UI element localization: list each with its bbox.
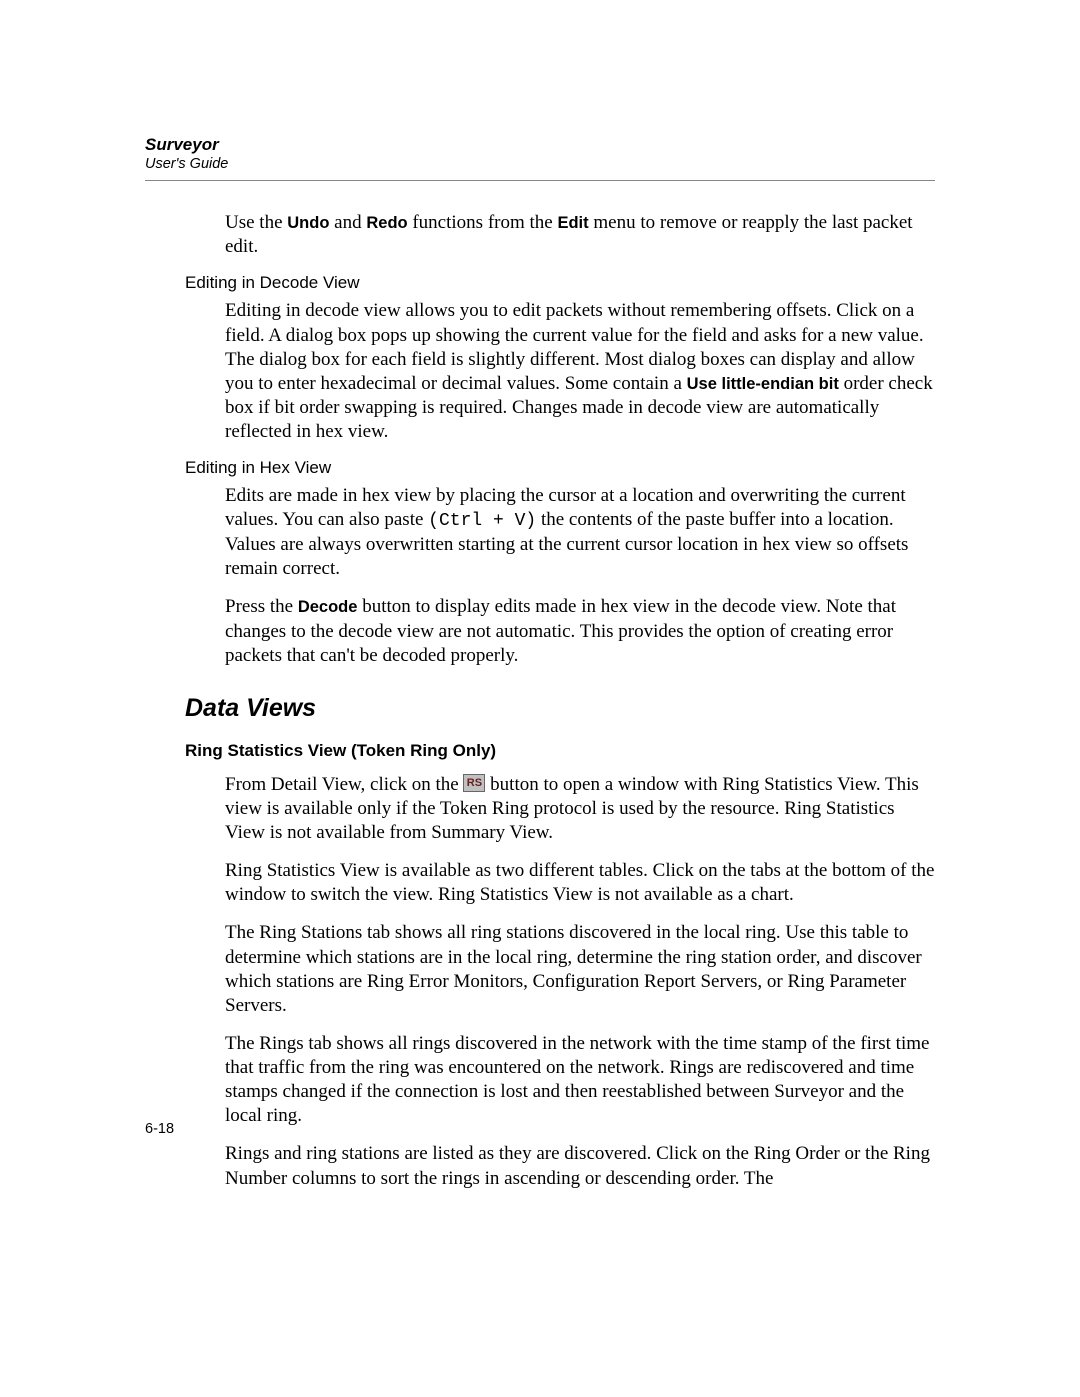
text-fragment: and (329, 212, 366, 233)
header-divider (145, 180, 935, 181)
ring-stats-paragraph-1: From Detail View, click on the RS button… (225, 773, 935, 845)
page-content: Use the Undo and Redo functions from the… (145, 211, 935, 1190)
hex-view-paragraph-2: Press the Decode button to display edits… (225, 595, 935, 667)
ring-stats-icon: RS (463, 774, 485, 792)
page-header: Surveyor User's Guide (145, 135, 935, 174)
text-fragment: From Detail View, click on the (225, 774, 463, 795)
ring-stats-paragraph-3: The Ring Stations tab shows all ring sta… (225, 921, 935, 1018)
text-fragment: functions from the (408, 212, 558, 233)
page-number: 6-18 (145, 1121, 174, 1137)
text-fragment: Press the (225, 596, 298, 617)
redo-label: Redo (366, 214, 407, 232)
document-title: Surveyor (145, 135, 935, 155)
ctrl-v-shortcut: (Ctrl + V) (428, 511, 536, 531)
intro-paragraph: Use the Undo and Redo functions from the… (225, 211, 935, 259)
decode-view-paragraph: Editing in decode view allows you to edi… (225, 299, 935, 444)
ring-stats-paragraph-2: Ring Statistics View is available as two… (225, 859, 935, 907)
ring-stats-heading: Ring Statistics View (Token Ring Only) (185, 741, 935, 761)
data-views-heading: Data Views (185, 694, 935, 723)
document-subtitle: User's Guide (145, 155, 935, 174)
text-fragment: Use the (225, 212, 287, 233)
ring-stats-paragraph-5: Rings and ring stations are listed as th… (225, 1142, 935, 1190)
hex-view-heading: Editing in Hex View (185, 458, 935, 478)
little-endian-label: Use little-endian bit (687, 375, 839, 393)
decode-view-heading: Editing in Decode View (185, 273, 935, 293)
hex-view-paragraph-1: Edits are made in hex view by placing th… (225, 484, 935, 581)
edit-menu-label: Edit (557, 214, 588, 232)
decode-button-label: Decode (298, 598, 358, 616)
ring-stats-paragraph-4: The Rings tab shows all rings discovered… (225, 1032, 935, 1129)
undo-label: Undo (287, 214, 329, 232)
